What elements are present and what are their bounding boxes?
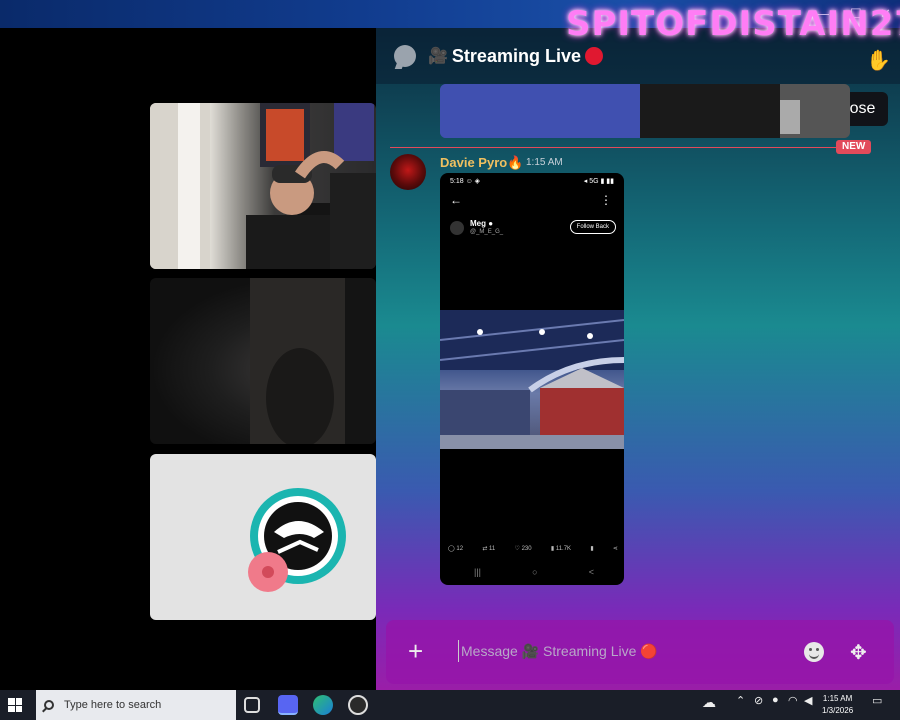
like-count: ♡ 230 xyxy=(514,546,532,552)
clock-time: 1:15 AM xyxy=(822,694,853,703)
follow-back-button: Follow Back xyxy=(569,220,616,234)
message-composer: + ✥ xyxy=(386,620,894,684)
task-view-icon[interactable] xyxy=(244,697,260,713)
desktop-stage: — ☐ ✕ 🎥 Streaming Live SPITOFDISTAIN27 ✋… xyxy=(0,0,900,690)
more-icon: ⋮ xyxy=(600,193,612,207)
network-off-icon[interactable]: ⊘ xyxy=(754,694,763,707)
taskbar: Type here to search ☁ ⌃ ⊘ ● ◠ ◀ 1:15 AM … xyxy=(0,690,900,720)
edge-icon[interactable] xyxy=(313,695,333,715)
thread-icon[interactable] xyxy=(394,45,416,67)
bookmark-icon: ▮ xyxy=(590,546,594,552)
recents-icon: ||| xyxy=(474,567,482,577)
taskbar-search[interactable]: Type here to search xyxy=(36,690,236,720)
message-author[interactable]: Davie Pyro🔥 xyxy=(440,155,523,171)
repost-count: ⇄ 11 xyxy=(482,546,496,552)
message-timestamp: 1:15 AM xyxy=(526,157,563,168)
message-input[interactable] xyxy=(458,640,798,662)
volume-icon[interactable]: ◀ xyxy=(804,694,812,707)
channel-title: 🎥 Streaming Live xyxy=(428,46,603,67)
profile-avatar xyxy=(450,221,464,235)
view-count: ▮ 11.7K xyxy=(550,546,572,552)
discord-icon[interactable] xyxy=(278,695,298,715)
video-tile-3[interactable] xyxy=(150,454,376,620)
avatar[interactable] xyxy=(390,154,426,190)
webcam-feed-2 xyxy=(250,278,376,444)
search-placeholder: Type here to search xyxy=(64,699,162,711)
back-icon: < xyxy=(588,567,594,577)
emoji-icon[interactable] xyxy=(804,642,824,662)
previous-image-content xyxy=(440,84,850,138)
new-messages-divider xyxy=(390,147,870,148)
microphone-icon[interactable]: ● xyxy=(772,694,779,706)
phone-status-time: 5:18 ☺ ◈ xyxy=(450,178,481,185)
add-attachment-button[interactable]: + xyxy=(408,638,423,664)
tray-chevron-icon[interactable]: ⌃ xyxy=(736,694,745,707)
post-actions: ◯ 12 ⇄ 11 ♡ 230 ▮ 11.7K ▮ ⋖ xyxy=(448,545,618,552)
close-icon[interactable]: ✋ xyxy=(866,51,891,71)
weather-icon[interactable]: ☁ xyxy=(702,694,716,711)
home-icon: ○ xyxy=(532,567,538,577)
phone-nav-bar: ||| ○ < xyxy=(474,567,594,577)
back-arrow-icon: ← xyxy=(450,193,462,207)
windows-start-icon[interactable] xyxy=(8,698,22,712)
reply-count: ◯ 12 xyxy=(448,546,464,552)
apps-icon[interactable]: ✥ xyxy=(850,640,867,665)
wifi-icon[interactable]: ◠ xyxy=(788,694,798,707)
phone-status-icons: ◂ 5G ▮ ▮▮ xyxy=(583,178,614,185)
attached-screenshot[interactable]: 5:18 ☺ ◈ ◂ 5G ▮ ▮▮ ← ⋮ Meg ● @_M_E_G_ Fo… xyxy=(440,173,624,585)
warehouse-photo xyxy=(440,310,624,449)
video-tile-1[interactable] xyxy=(150,103,376,269)
previous-message-image[interactable] xyxy=(440,84,850,138)
profile-name: Meg ● xyxy=(470,219,494,228)
share-icon: ⋖ xyxy=(612,546,618,552)
profile-handle: @_M_E_G_ xyxy=(470,229,504,235)
camera-icon: 🎥 xyxy=(428,48,448,65)
streamer-name-overlay: SPITOFDISTAIN27 xyxy=(566,4,900,44)
pixel-logo-avatar xyxy=(248,488,346,592)
live-dot-icon xyxy=(584,47,603,65)
taskbar-clock[interactable]: 1:15 AM 1/3/2026 xyxy=(822,693,853,717)
obs-icon[interactable] xyxy=(348,695,368,715)
channel-name: Streaming Live xyxy=(451,45,581,66)
clock-date: 1/3/2026 xyxy=(822,706,854,715)
phone-photo xyxy=(440,310,624,449)
new-badge: NEW xyxy=(836,140,872,154)
video-tile-2[interactable] xyxy=(150,278,376,444)
webcam-feed-1 xyxy=(150,103,376,269)
notifications-icon[interactable]: ▭ xyxy=(872,694,882,707)
search-icon xyxy=(44,700,54,710)
